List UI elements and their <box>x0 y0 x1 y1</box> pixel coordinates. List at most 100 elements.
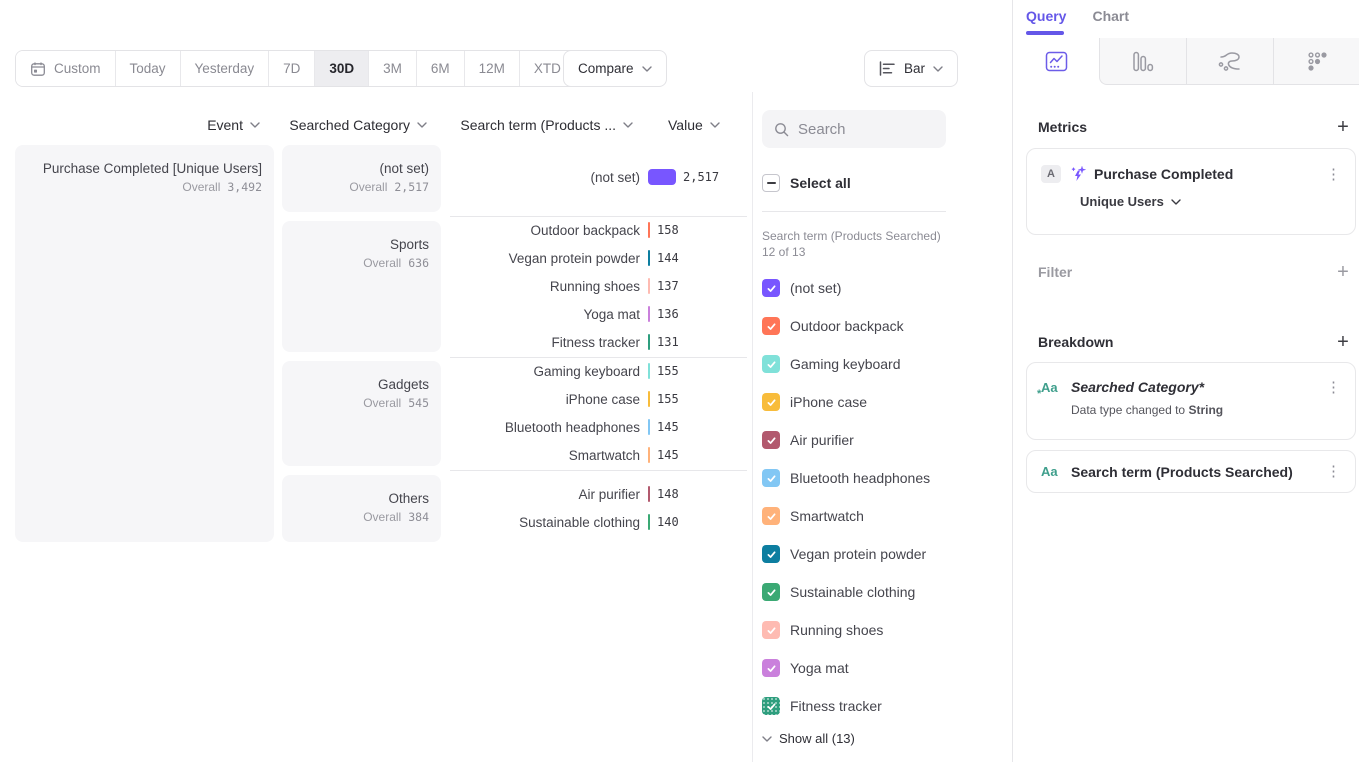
tab-chart[interactable]: Chart <box>1092 8 1129 24</box>
checkbox[interactable] <box>762 545 780 563</box>
value-number: 131 <box>657 335 679 349</box>
add-filter-button[interactable]: + <box>1333 262 1353 282</box>
select-all-label: Select all <box>790 175 851 191</box>
table-row[interactable]: (not set)2,517 <box>450 163 747 191</box>
search-input[interactable]: Search <box>762 110 946 148</box>
column-header-event[interactable]: Event <box>15 117 260 133</box>
category-name: Gadgets <box>290 376 429 393</box>
checkbox[interactable] <box>762 431 780 449</box>
table-row[interactable]: Sustainable clothing140 <box>450 508 747 536</box>
kebab-menu-icon[interactable]: ⋮ <box>1326 167 1341 182</box>
report-tab-retention[interactable] <box>1273 38 1359 85</box>
breakdown-card-search-term[interactable]: Aa Search term (Products Searched) ⋮ <box>1026 450 1356 493</box>
filter-item[interactable]: iPhone case <box>762 383 1002 421</box>
tab-query[interactable]: Query <box>1026 8 1066 24</box>
date-range-today[interactable]: Today <box>116 51 181 86</box>
report-tab-flows[interactable] <box>1186 38 1273 85</box>
search-term-label: Bluetooth headphones <box>450 420 640 435</box>
filter-item[interactable]: Bluetooth headphones <box>762 459 1002 497</box>
string-property-icon: Aa <box>1041 464 1063 479</box>
filter-item[interactable]: Outdoor backpack <box>762 307 1002 345</box>
table-row[interactable]: Bluetooth headphones145 <box>450 413 747 441</box>
column-header-searched-category[interactable]: Searched Category <box>282 117 427 133</box>
analytics-app: CustomTodayYesterday7D30D3M6M12MXTD Comp… <box>0 0 1359 762</box>
category-card[interactable]: (not set)Overall2,517 <box>282 145 441 212</box>
filter-item[interactable]: Vegan protein powder <box>762 535 1002 573</box>
bar-chart-icon <box>879 61 896 76</box>
event-card[interactable]: Purchase Completed [Unique Users] Overal… <box>15 145 274 542</box>
date-range-30d[interactable]: 30D <box>315 51 369 86</box>
value-bar <box>648 278 650 294</box>
search-term-label: Sustainable clothing <box>450 515 640 530</box>
table-row[interactable]: Outdoor backpack158 <box>450 216 747 244</box>
select-all-checkbox[interactable]: Select all <box>762 174 851 192</box>
show-all-label: Show all (13) <box>779 731 855 746</box>
category-card[interactable]: GadgetsOverall545 <box>282 361 441 466</box>
filter-item[interactable]: Air purifier <box>762 421 1002 459</box>
overall-value: 636 <box>408 256 429 270</box>
table-row[interactable]: Running shoes137 <box>450 272 747 300</box>
checkbox[interactable] <box>762 279 780 297</box>
chart-type-dropdown[interactable]: Bar <box>864 50 958 87</box>
metric-letter-badge: A <box>1041 165 1061 183</box>
show-all-link[interactable]: Show all (13) <box>762 731 855 746</box>
table-row[interactable]: Smartwatch145 <box>450 441 747 469</box>
checkbox[interactable] <box>762 507 780 525</box>
filter-item[interactable]: Smartwatch <box>762 497 1002 535</box>
checkbox[interactable] <box>762 317 780 335</box>
value-bar <box>648 514 650 530</box>
date-range-7d[interactable]: 7D <box>269 51 315 86</box>
kebab-menu-icon[interactable]: ⋮ <box>1326 464 1341 479</box>
report-tab-funnels[interactable] <box>1099 38 1186 85</box>
value-bar <box>648 306 650 322</box>
panel-divider <box>752 92 753 762</box>
overall-label: Overall <box>363 396 401 410</box>
metric-card[interactable]: A Purchase Completed ⋮ Unique Users <box>1026 148 1356 235</box>
table-row[interactable]: Yoga mat 136 <box>450 300 747 328</box>
filter-item-label: Smartwatch <box>790 508 864 524</box>
kebab-menu-icon[interactable]: ⋮ <box>1326 380 1341 395</box>
overall-label: Overall <box>363 256 401 270</box>
checkbox[interactable] <box>762 355 780 373</box>
add-breakdown-button[interactable]: + <box>1333 332 1353 352</box>
filter-item[interactable]: Sustainable clothing <box>762 573 1002 611</box>
search-term-label: Yoga mat <box>450 307 640 322</box>
filter-item[interactable]: Gaming keyboard <box>762 345 1002 383</box>
checkbox[interactable] <box>762 583 780 601</box>
table-row[interactable]: iPhone case155 <box>450 385 747 413</box>
date-range-label: 3M <box>383 61 402 76</box>
category-card[interactable]: OthersOverall384 <box>282 475 441 542</box>
overall-value: 2,517 <box>394 180 429 194</box>
table-row[interactable]: Air purifier148 <box>450 480 747 508</box>
checkbox[interactable] <box>762 697 780 715</box>
date-range-3m[interactable]: 3M <box>369 51 417 86</box>
category-name: (not set) <box>290 160 429 177</box>
checkbox[interactable] <box>762 621 780 639</box>
indeterminate-checkbox-icon[interactable] <box>762 174 780 192</box>
checkbox[interactable] <box>762 659 780 677</box>
filter-item[interactable]: Yoga mat <box>762 649 1002 687</box>
filter-item[interactable]: Running shoes <box>762 611 1002 649</box>
event-name: Purchase Completed [Unique Users] <box>23 160 262 177</box>
table-row[interactable]: Gaming keyboard155 <box>450 357 747 385</box>
breakdown-card-searched-category[interactable]: Aa* Searched Category* ⋮ Data type chang… <box>1026 362 1356 440</box>
add-metric-button[interactable]: + <box>1333 117 1353 137</box>
date-range-yesterday[interactable]: Yesterday <box>181 51 270 86</box>
checkbox[interactable] <box>762 393 780 411</box>
filter-item[interactable]: (not set) <box>762 269 1002 307</box>
table-row[interactable]: Fitness tracker131 <box>450 328 747 356</box>
table-row[interactable]: Vegan protein powder144 <box>450 244 747 272</box>
checkbox[interactable] <box>762 469 780 487</box>
report-tab-insights[interactable] <box>1013 38 1099 85</box>
value-number: 136 <box>657 307 679 321</box>
measure-dropdown[interactable]: Unique Users <box>1027 194 1355 209</box>
filter-item-label: Sustainable clothing <box>790 584 915 600</box>
value-bar <box>648 419 650 435</box>
breakdown-name: Search term (Products Searched) <box>1071 464 1293 480</box>
category-card[interactable]: SportsOverall636 <box>282 221 441 352</box>
search-term-label: Running shoes <box>450 279 640 294</box>
filter-item[interactable]: Fitness tracker <box>762 687 1002 725</box>
value-number: 145 <box>657 448 679 462</box>
chart-type-label: Bar <box>904 61 925 76</box>
date-range-custom[interactable]: Custom <box>16 51 116 86</box>
